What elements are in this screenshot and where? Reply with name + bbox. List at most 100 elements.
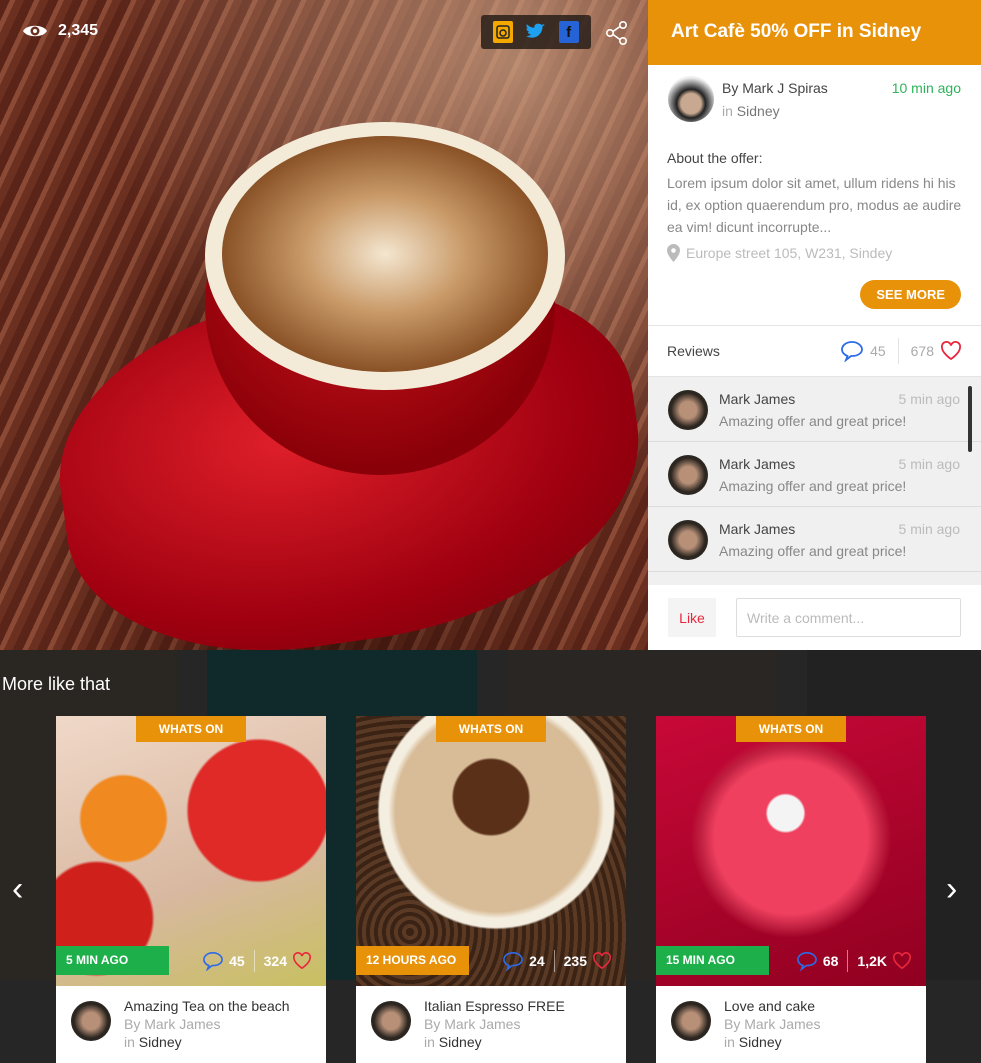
avatar[interactable] [371,1001,411,1041]
card-stats: 24 235 [502,950,612,972]
like-button[interactable]: Like [668,598,716,637]
reviewer-name[interactable]: Mark James [719,391,795,407]
offer-card[interactable]: WHATS ON 12 HOURS AGO 24 235 Italian Espr… [356,716,626,1063]
heart-icon[interactable] [940,341,962,361]
chevron-right-icon[interactable]: › [946,870,957,909]
comment-count: 45 [229,953,245,969]
comment-count: 45 [870,343,886,359]
review-time: 5 min ago [898,456,960,472]
reviewer-name[interactable]: Mark James [719,456,795,472]
in-label: in [424,1034,435,1050]
section-title: More like that [2,674,111,694]
location-link[interactable]: Sidney [139,1034,182,1050]
comment-bar: Like [648,585,981,650]
map-pin-icon [667,244,680,262]
heart-icon[interactable] [292,952,312,970]
avatar[interactable] [668,76,714,122]
time-badge: 12 HOURS AGO [356,946,469,975]
card-stats: 68 1,2K [796,950,912,972]
offer-about: About the offer: Lorem ipsum dolor sit a… [667,150,965,262]
card-author: By Mark James [424,1016,521,1032]
comment-count: 68 [822,953,839,969]
review-time: 5 min ago [898,521,960,537]
card-title[interactable]: Amazing Tea on the beach [124,998,290,1014]
comment-icon[interactable] [796,951,818,971]
avatar[interactable] [668,520,708,560]
category-tag: WHATS ON [136,716,246,742]
location-link[interactable]: Sidney [737,103,780,119]
comment-icon[interactable] [202,951,224,971]
in-label: in [124,1034,135,1050]
card-location: in Sidney [724,1034,782,1050]
latte-art [222,136,548,372]
share-icon[interactable] [605,20,629,46]
review-stats: 45 678 [840,338,962,364]
offer-address: Europe street 105, W231, Sindey [667,244,965,262]
chevron-left-icon[interactable]: ‹ [12,870,23,909]
location-link[interactable]: Sidney [739,1034,782,1050]
like-count: 324 [263,953,287,969]
avatar[interactable] [668,390,708,430]
like-count: 678 [910,343,934,359]
card-author: By Mark James [124,1016,221,1032]
author-location: in Sidney [722,103,780,119]
like-count: 1,2K [857,953,887,969]
comment-count: 24 [529,953,545,969]
address-text: Europe street 105, W231, Sindey [686,245,893,261]
comment-icon[interactable] [502,951,524,971]
author-name[interactable]: By Mark J Spiras [722,80,828,96]
offer-hero-image: 2,345 f [0,0,648,650]
review-text: Amazing offer and great price! [719,413,907,429]
divider [553,950,555,972]
review-list: Mark James Amazing offer and great price!… [648,377,981,585]
review-text: Amazing offer and great price! [719,478,907,494]
see-more-button[interactable]: SEE MORE [860,280,961,309]
avatar[interactable] [668,455,708,495]
facebook-icon[interactable]: f [558,21,579,43]
card-title[interactable]: Italian Espresso FREE [424,998,565,1014]
review-item: Mark James Amazing offer and great price!… [648,442,981,507]
review-text: Amazing offer and great price! [719,543,907,559]
offer-description: Lorem ipsum dolor sit amet, ullum ridens… [667,175,962,235]
time-badge: 5 MIN AGO [56,946,169,975]
divider [897,338,899,364]
eye-icon [23,25,47,37]
card-title[interactable]: Love and cake [724,998,815,1014]
heart-icon[interactable] [892,952,912,970]
divider [253,950,255,972]
category-tag: WHATS ON [736,716,846,742]
offer-card[interactable]: WHATS ON 15 MIN AGO 68 1,2K Love and cake… [656,716,926,1063]
twitter-icon[interactable] [525,21,546,43]
comment-icon[interactable] [840,340,864,362]
heart-icon[interactable] [592,952,612,970]
view-count-value: 2,345 [58,22,99,39]
offer-title: Art Cafè 50% OFF in Sidney [648,0,981,65]
location-link[interactable]: Sidney [439,1034,482,1050]
post-time: 10 min ago [891,80,961,96]
card-location: in Sidney [424,1034,482,1050]
in-label: in [724,1034,735,1050]
reviewer-name[interactable]: Mark James [719,521,795,537]
reviews-label: Reviews [667,343,720,359]
offer-author: By Mark J Spiras in Sidney 10 min ago [668,76,961,126]
card-stats: 45 324 [202,950,312,972]
like-count: 235 [563,953,587,969]
card-author: By Mark James [724,1016,821,1032]
review-item: Mark James Amazing offer and great price!… [648,507,981,572]
comment-input[interactable] [736,598,961,637]
in-label: in [722,103,733,119]
divider [847,950,849,972]
instagram-icon[interactable] [493,21,514,43]
category-tag: WHATS ON [436,716,546,742]
avatar[interactable] [671,1001,711,1041]
time-badge: 15 MIN AGO [656,946,769,975]
avatar[interactable] [71,1001,111,1041]
scrollbar[interactable] [968,386,972,452]
offer-card[interactable]: WHATS ON 5 MIN AGO 45 324 Amazing Tea on … [56,716,326,1063]
offer-panel: Art Cafè 50% OFF in Sidney By Mark J Spi… [648,0,981,650]
reviews-header: Reviews 45 678 [648,325,981,377]
review-time: 5 min ago [898,391,960,407]
about-heading: About the offer: [667,150,763,166]
review-item: Mark James Amazing offer and great price!… [648,377,981,442]
view-count: 2,345 [22,22,98,40]
